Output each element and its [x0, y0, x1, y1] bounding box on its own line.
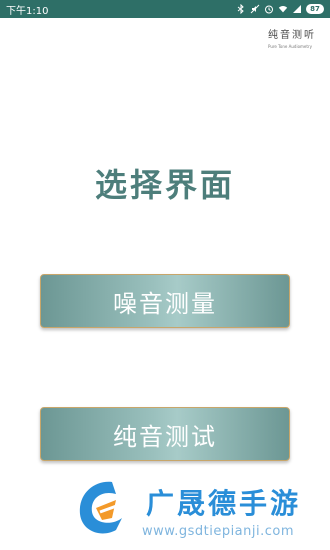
watermark: 广晟德手游 www.gsdtiepianji.com [66, 470, 330, 550]
watermark-logo-icon [79, 481, 123, 534]
signal-icon [292, 4, 302, 14]
page-title: 选择界面 [94, 166, 235, 204]
brand-header: 纯音测听 Pure Tone Audiometry [268, 26, 316, 49]
pure-tone-test-button[interactable]: 纯音测试 [40, 407, 290, 461]
status-time: 下午1:10 [6, 5, 49, 17]
wifi-icon [278, 4, 288, 14]
brand-title: 纯音测听 [268, 30, 316, 41]
watermark-url: www.gsdtiepianji.com [142, 524, 295, 539]
watermark-name: 广晟德手游 [146, 487, 302, 520]
mute-icon [250, 4, 260, 14]
battery-icon: 87 [306, 4, 324, 14]
bluetooth-icon [236, 4, 246, 14]
status-bar: 下午1:10 87 [0, 0, 330, 18]
brand-subtitle: Pure Tone Audiometry [268, 44, 312, 49]
alarm-icon [264, 4, 274, 14]
noise-measurement-button[interactable]: 噪音测量 [40, 274, 290, 328]
